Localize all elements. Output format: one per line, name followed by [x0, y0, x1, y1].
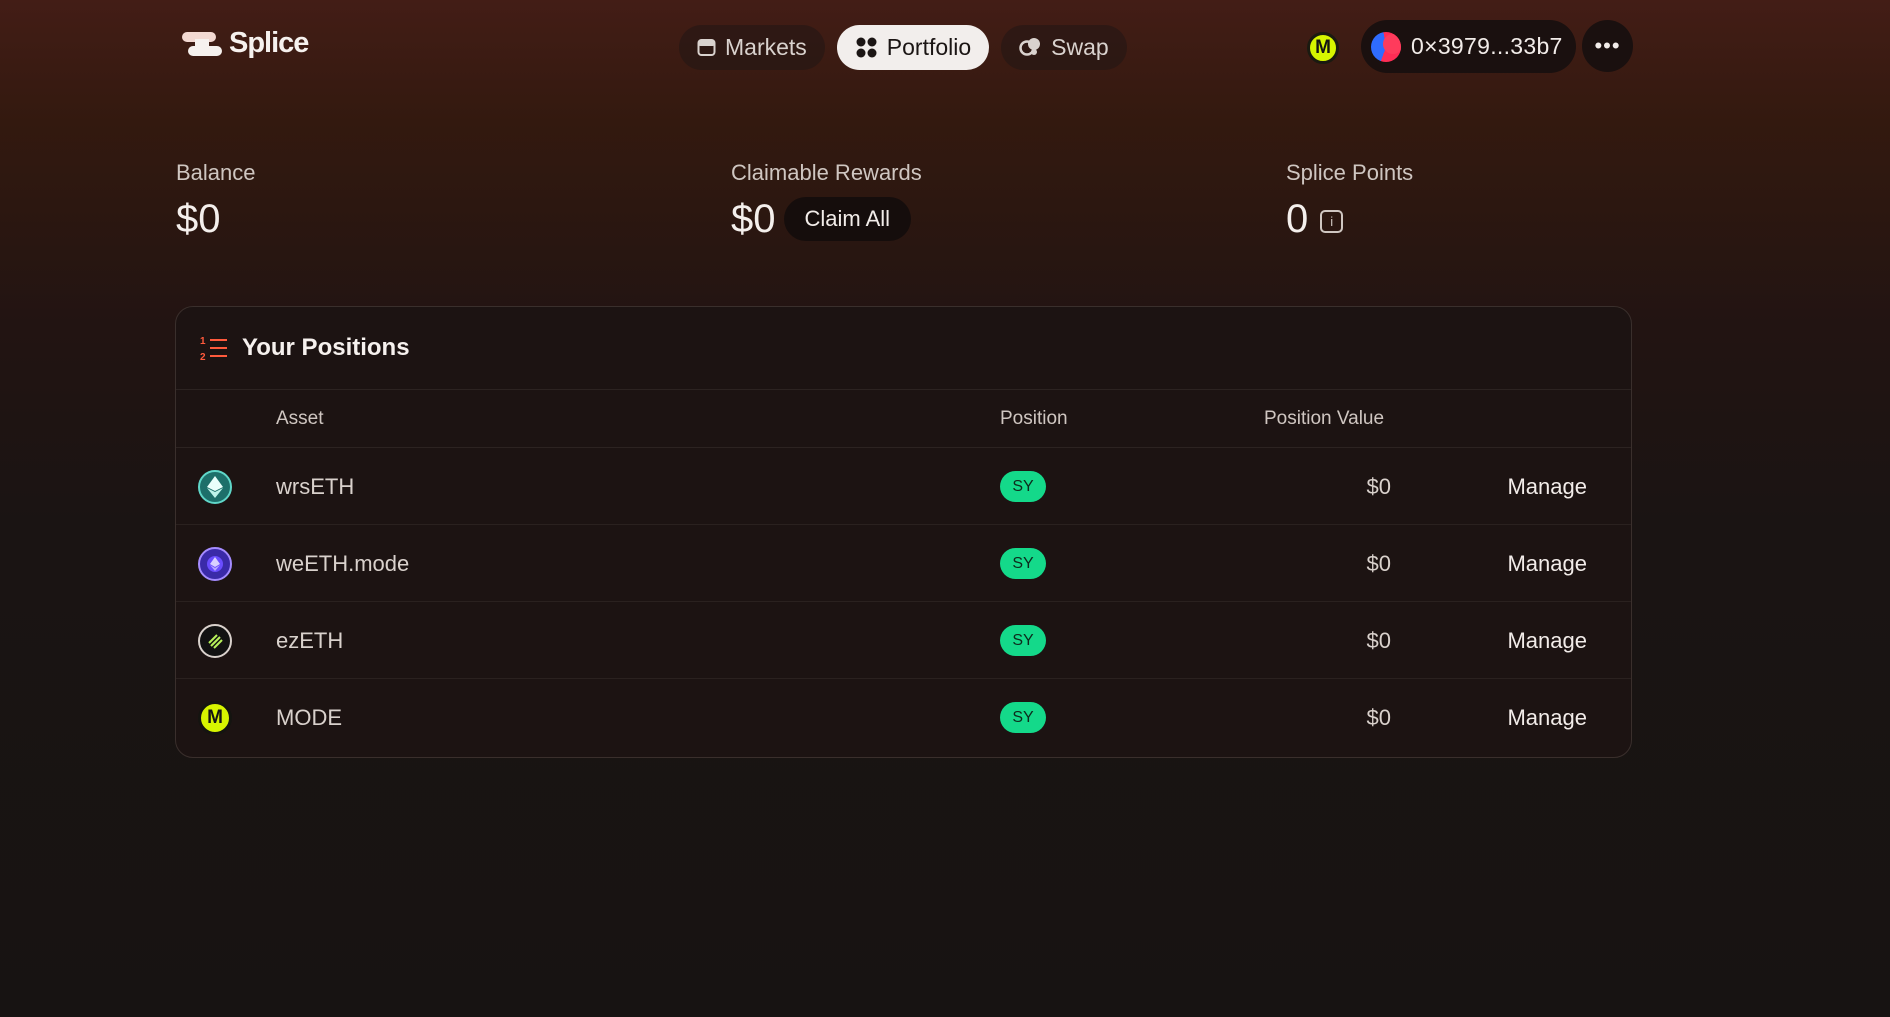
- table-row: M MODE SY $0 Manage: [176, 679, 1631, 756]
- eth-icon: [198, 470, 232, 504]
- manage-button[interactable]: Manage: [1507, 551, 1587, 577]
- mode-network-icon[interactable]: M: [1307, 32, 1339, 64]
- position-value: $0: [1366, 705, 1391, 730]
- nav-portfolio[interactable]: Portfolio: [836, 25, 990, 70]
- balance-stat: Balance $0: [176, 160, 256, 242]
- column-position-value: Position Value: [1264, 408, 1385, 429]
- manage-button[interactable]: Manage: [1507, 628, 1587, 654]
- position-badge: SY: [1000, 548, 1046, 579]
- nav-markets-label: Markets: [725, 34, 807, 60]
- positions-title: Your Positions: [242, 334, 410, 361]
- asset-name: wrsETH: [276, 474, 355, 499]
- position-value: $0: [1366, 551, 1391, 576]
- svg-text:2: 2: [200, 352, 206, 363]
- more-options-button[interactable]: •••: [1582, 20, 1633, 72]
- table-row: wrsETH SY $0 Manage: [176, 448, 1631, 525]
- position-badge: SY: [1000, 471, 1046, 502]
- more-icon: •••: [1594, 33, 1621, 58]
- position-badge: SY: [1000, 702, 1046, 733]
- points-stat: Splice Points 0 i: [1286, 160, 1413, 242]
- grid-icon: [856, 37, 877, 58]
- top-bar: Splice Markets Portfolio Swap M 0×3979..…: [0, 0, 1890, 95]
- splice-logo-icon: [182, 31, 222, 56]
- numbered-list-icon: 1 2: [200, 336, 227, 363]
- mode-icon: M: [198, 701, 232, 735]
- logo-text: Splice: [229, 27, 309, 59]
- wallet-address: 0×3979...33b7: [1411, 33, 1563, 59]
- rewards-stat: Claimable Rewards $0 Claim All: [731, 160, 922, 242]
- weeth-icon: [198, 547, 232, 581]
- claim-all-button[interactable]: Claim All: [783, 197, 912, 241]
- nav-portfolio-label: Portfolio: [886, 34, 972, 60]
- points-value: 0: [1286, 197, 1309, 241]
- nav-markets[interactable]: Markets: [679, 25, 825, 70]
- asset-name: weETH.mode: [276, 551, 410, 576]
- column-asset: Asset: [276, 408, 324, 429]
- svg-text:1: 1: [200, 336, 206, 347]
- balance-label: Balance: [176, 160, 256, 185]
- manage-button[interactable]: Manage: [1507, 705, 1587, 731]
- swap-icon: [1019, 38, 1041, 56]
- wallet-avatar: [1371, 31, 1401, 62]
- splice-logo[interactable]: Splice: [181, 27, 309, 60]
- positions-header: 1 2 Your Positions: [176, 307, 1631, 390]
- rewards-label: Claimable Rewards: [731, 160, 922, 185]
- nav-swap[interactable]: Swap: [1001, 25, 1127, 70]
- positions-card: 1 2 Your Positions Asset Position Positi…: [175, 306, 1632, 758]
- position-value: $0: [1366, 628, 1391, 653]
- table-header: Asset Position Position Value: [176, 390, 1631, 448]
- nav-swap-label: Swap: [1051, 34, 1109, 60]
- asset-name: ezETH: [276, 628, 344, 653]
- balance-value: $0: [176, 197, 221, 241]
- column-position: Position: [1000, 408, 1068, 429]
- store-icon: [697, 39, 716, 56]
- position-badge: SY: [1000, 625, 1046, 656]
- ezeth-icon: [198, 624, 232, 658]
- info-icon[interactable]: i: [1320, 209, 1344, 233]
- rewards-value: $0: [731, 197, 776, 241]
- position-value: $0: [1366, 474, 1391, 499]
- points-label: Splice Points: [1286, 160, 1414, 185]
- table-row: weETH.mode SY $0 Manage: [176, 525, 1631, 602]
- asset-name: MODE: [276, 705, 342, 730]
- main-nav: Markets Portfolio Swap: [679, 25, 1127, 70]
- table-row: ezETH SY $0 Manage: [176, 602, 1631, 679]
- wallet-button[interactable]: 0×3979...33b7: [1361, 20, 1576, 73]
- manage-button[interactable]: Manage: [1507, 474, 1587, 500]
